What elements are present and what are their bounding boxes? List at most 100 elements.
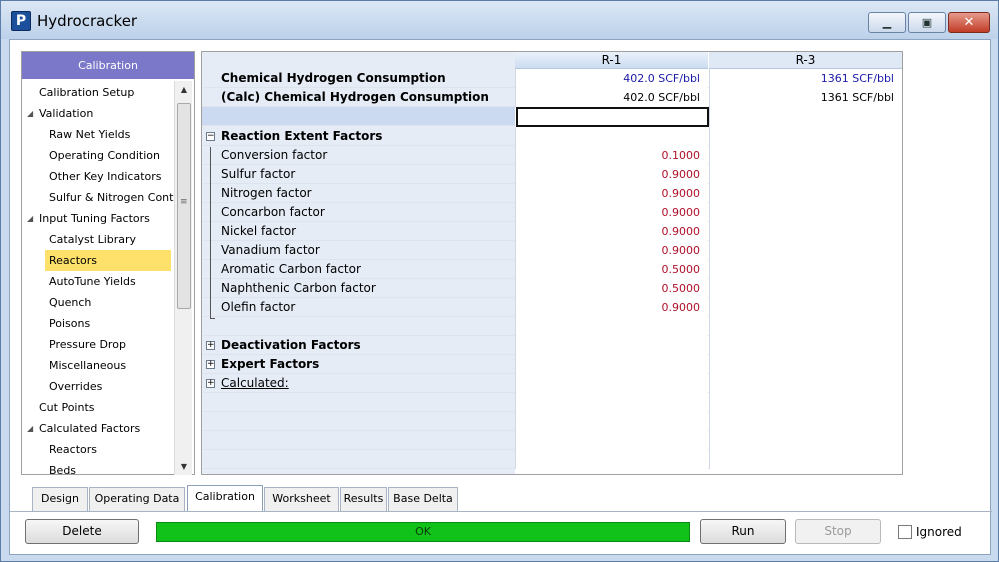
- sidebar-item-cut-points[interactable]: Cut Points: [22, 397, 174, 418]
- table-row: Conversion factor 0.1000: [202, 146, 902, 165]
- tab-calibration[interactable]: Calibration: [187, 485, 263, 512]
- cell-r1[interactable]: 0.9000: [515, 184, 708, 203]
- expand-arrow-icon[interactable]: ◢: [27, 418, 33, 439]
- scroll-thumb[interactable]: ≡: [177, 103, 191, 309]
- group-row-reaction-extent[interactable]: − Reaction Extent Factors: [202, 127, 902, 146]
- factor-label: Nickel factor: [221, 224, 297, 238]
- cell-r3: [709, 317, 902, 336]
- factor-label: Vanadium factor: [221, 243, 320, 257]
- row-label: (Calc) Chemical Hydrogen Consumption: [221, 90, 489, 104]
- status-bar: OK: [156, 522, 690, 542]
- sidebar-item-reactors[interactable]: Reactors: [22, 250, 174, 271]
- cell-r3[interactable]: [709, 184, 902, 203]
- group-row[interactable]: + Calculated:: [202, 374, 902, 393]
- cell-r1: [515, 412, 708, 431]
- sidebar-item-catalyst-library[interactable]: Catalyst Library: [22, 229, 174, 250]
- cell-r1[interactable]: 0.1000: [515, 146, 708, 165]
- sidebar-item-label: Cut Points: [39, 401, 95, 414]
- sidebar-item-validation[interactable]: ◢ Validation: [22, 103, 174, 124]
- cell-r1: 402.0 SCF/bbl: [515, 88, 708, 107]
- sidebar-item-reactors[interactable]: Reactors: [22, 439, 174, 460]
- expand-icon[interactable]: +: [206, 360, 215, 369]
- tab-operating-data[interactable]: Operating Data: [89, 487, 185, 511]
- empty-row: [202, 393, 902, 412]
- cell-r1[interactable]: 0.5000: [515, 260, 708, 279]
- cell-r1[interactable]: 0.5000: [515, 279, 708, 298]
- sidebar-item-label: Catalyst Library: [49, 233, 137, 246]
- expand-arrow-icon[interactable]: ◢: [27, 208, 33, 229]
- delete-button[interactable]: Delete: [25, 519, 139, 544]
- cell-r3[interactable]: [709, 203, 902, 222]
- cell-r3: [709, 393, 902, 412]
- row-label: Chemical Hydrogen Consumption: [221, 71, 446, 85]
- sidebar-item-calibration-setup[interactable]: Calibration Setup: [22, 82, 174, 103]
- sidebar-item-label: Other Key Indicators: [49, 170, 162, 183]
- title-bar[interactable]: P Hydrocracker ▁ ▣ ✕: [1, 1, 998, 39]
- cell-r3: [709, 374, 902, 393]
- collapse-icon[interactable]: −: [206, 132, 215, 141]
- ignored-checkbox[interactable]: [898, 525, 912, 539]
- sidebar-item-beds[interactable]: Beds: [22, 460, 174, 474]
- run-button[interactable]: Run: [700, 519, 786, 544]
- group-row[interactable]: + Expert Factors: [202, 355, 902, 374]
- expand-arrow-icon[interactable]: ◢: [27, 103, 33, 124]
- tab-worksheet[interactable]: Worksheet: [264, 487, 339, 511]
- grip-icon: ≡: [180, 197, 188, 207]
- cell-r1[interactable]: 0.9000: [515, 298, 708, 317]
- expand-icon[interactable]: +: [206, 379, 215, 388]
- column-header-r1[interactable]: R-1: [515, 52, 708, 69]
- stop-button[interactable]: Stop: [795, 519, 881, 544]
- table-row: Sulfur factor 0.9000: [202, 165, 902, 184]
- sidebar-item-label: Pressure Drop: [49, 338, 126, 351]
- sidebar-item-quench[interactable]: Quench: [22, 292, 174, 313]
- sidebar-item-raw-net-yields[interactable]: Raw Net Yields: [22, 124, 174, 145]
- tab-design[interactable]: Design: [32, 487, 88, 511]
- cell-r1[interactable]: 0.9000: [515, 222, 708, 241]
- minimize-button[interactable]: ▁: [868, 12, 906, 33]
- tab-base-delta[interactable]: Base Delta: [388, 487, 458, 511]
- tab-results[interactable]: Results: [340, 487, 387, 511]
- cell-r3: [709, 355, 902, 374]
- scroll-up-arrow-icon[interactable]: ▲: [175, 81, 193, 98]
- cell-r3[interactable]: [709, 298, 902, 317]
- ignored-label: Ignored: [916, 525, 962, 539]
- cell-r3[interactable]: 1361 SCF/bbl: [709, 69, 902, 88]
- app-window: P Hydrocracker ▁ ▣ ✕ Calibration Calibra…: [0, 0, 999, 562]
- column-header-r3[interactable]: R-3: [709, 52, 902, 69]
- cell-r1[interactable]: 402.0 SCF/bbl: [515, 69, 708, 88]
- close-button[interactable]: ✕: [948, 12, 990, 33]
- sidebar-item-overrides[interactable]: Overrides: [22, 376, 174, 397]
- table-row: Naphthenic Carbon factor 0.5000: [202, 279, 902, 298]
- cell-r3[interactable]: [709, 260, 902, 279]
- scroll-down-arrow-icon[interactable]: ▼: [175, 458, 193, 475]
- sidebar-item-sulfur-nitrogen-conte[interactable]: Sulfur & Nitrogen Conte: [22, 187, 174, 208]
- cell-r3[interactable]: [709, 165, 902, 184]
- navigation-scrollbar[interactable]: ▲ ≡ ▼: [174, 81, 192, 475]
- group-row[interactable]: + Deactivation Factors: [202, 336, 902, 355]
- sidebar-item-miscellaneous[interactable]: Miscellaneous: [22, 355, 174, 376]
- cell-r3[interactable]: [709, 222, 902, 241]
- group-label: Deactivation Factors: [221, 338, 361, 352]
- expand-icon[interactable]: +: [206, 341, 215, 350]
- sidebar-item-input-tuning-factors[interactable]: ◢ Input Tuning Factors: [22, 208, 174, 229]
- cell-r1[interactable]: 0.9000: [515, 165, 708, 184]
- cell-r3[interactable]: [709, 241, 902, 260]
- table-row: Concarbon factor 0.9000: [202, 203, 902, 222]
- cell-r3[interactable]: [709, 107, 902, 126]
- empty-row: [202, 450, 902, 469]
- cell-r3[interactable]: [709, 146, 902, 165]
- cell-r1: [515, 393, 708, 412]
- cell-r1: [515, 317, 708, 336]
- sidebar-item-calculated-factors[interactable]: ◢ Calculated Factors: [22, 418, 174, 439]
- maximize-button[interactable]: ▣: [908, 12, 946, 33]
- sidebar-item-other-key-indicators[interactable]: Other Key Indicators: [22, 166, 174, 187]
- sidebar-item-poisons[interactable]: Poisons: [22, 313, 174, 334]
- selected-cell[interactable]: [516, 107, 709, 127]
- table-row: Nitrogen factor 0.9000: [202, 184, 902, 203]
- cell-r3[interactable]: [709, 279, 902, 298]
- cell-r1[interactable]: 0.9000: [515, 241, 708, 260]
- sidebar-item-operating-condition[interactable]: Operating Condition: [22, 145, 174, 166]
- sidebar-item-pressure-drop[interactable]: Pressure Drop: [22, 334, 174, 355]
- sidebar-item-autotune-yields[interactable]: AutoTune Yields: [22, 271, 174, 292]
- cell-r1[interactable]: 0.9000: [515, 203, 708, 222]
